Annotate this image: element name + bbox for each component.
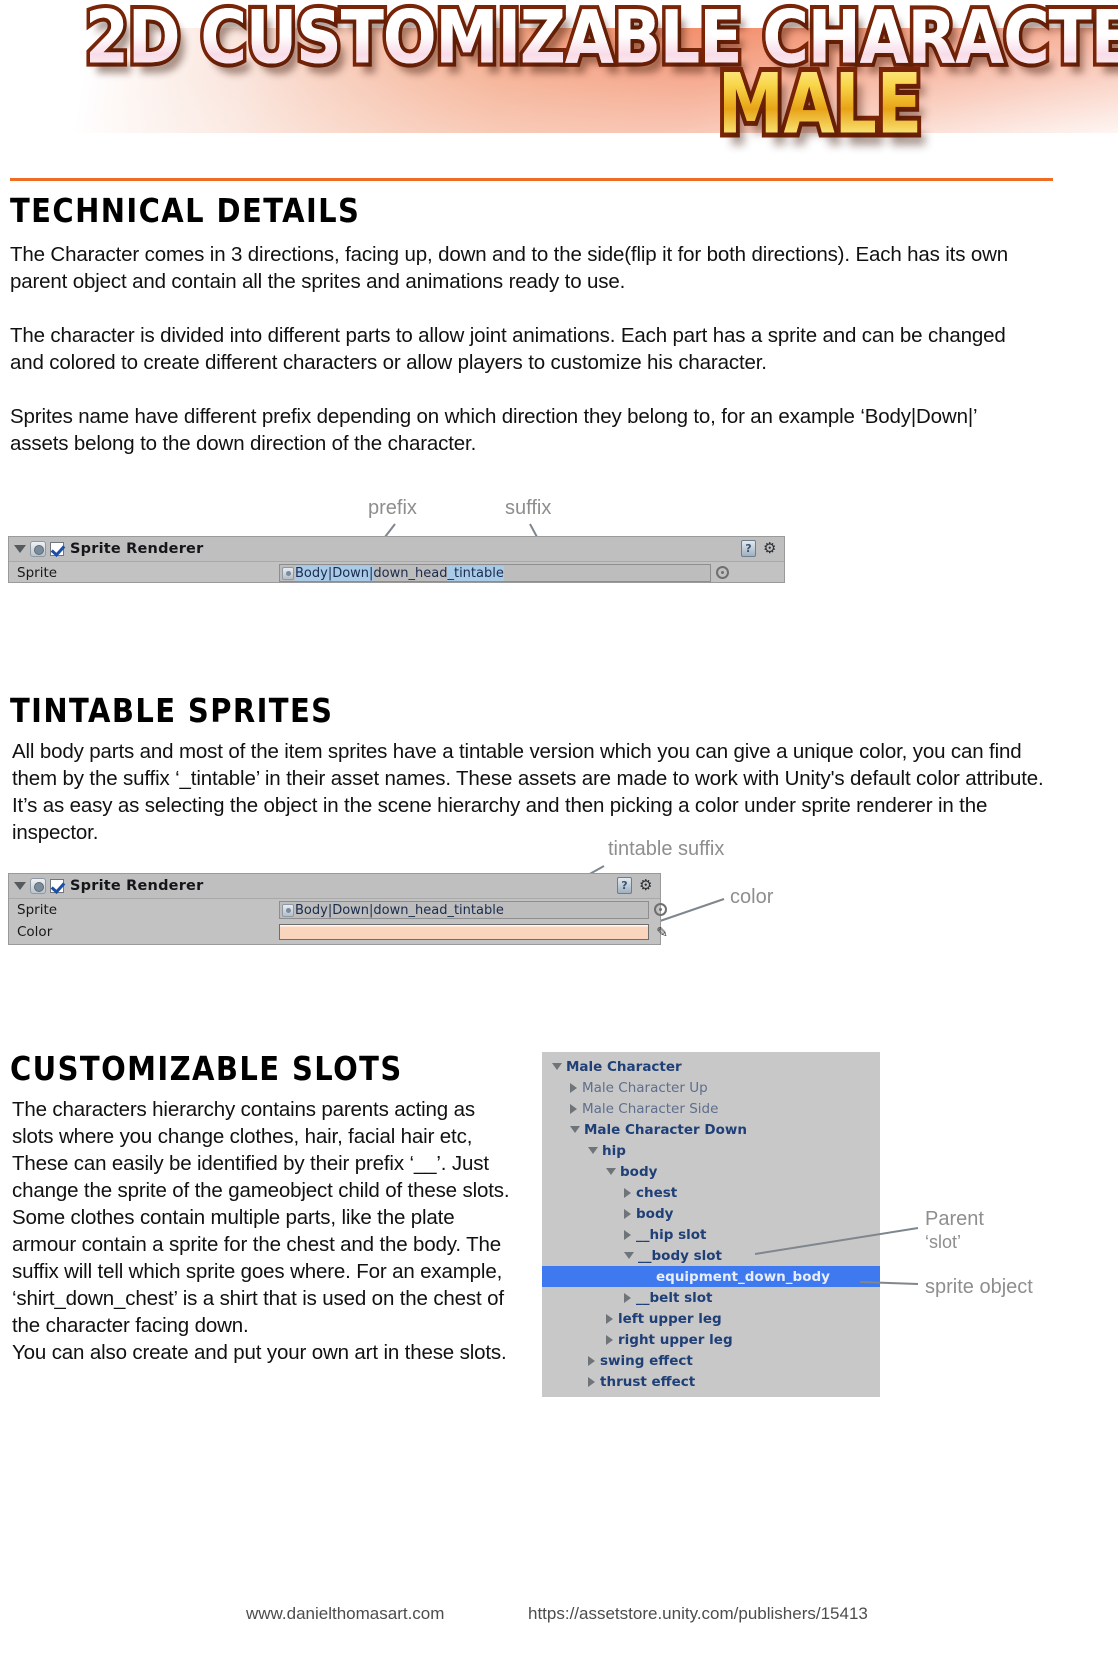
document-page: 2D CUSTOMIZABLE CHARACTER 2D CUSTOMIZABL… bbox=[0, 0, 1118, 1656]
footer-store-link[interactable]: https://assetstore.unity.com/publishers/… bbox=[528, 1604, 868, 1624]
annotation-leader-lines-3 bbox=[754, 1227, 919, 1285]
footer-website-link[interactable]: www.danielthomasart.com bbox=[246, 1604, 444, 1624]
